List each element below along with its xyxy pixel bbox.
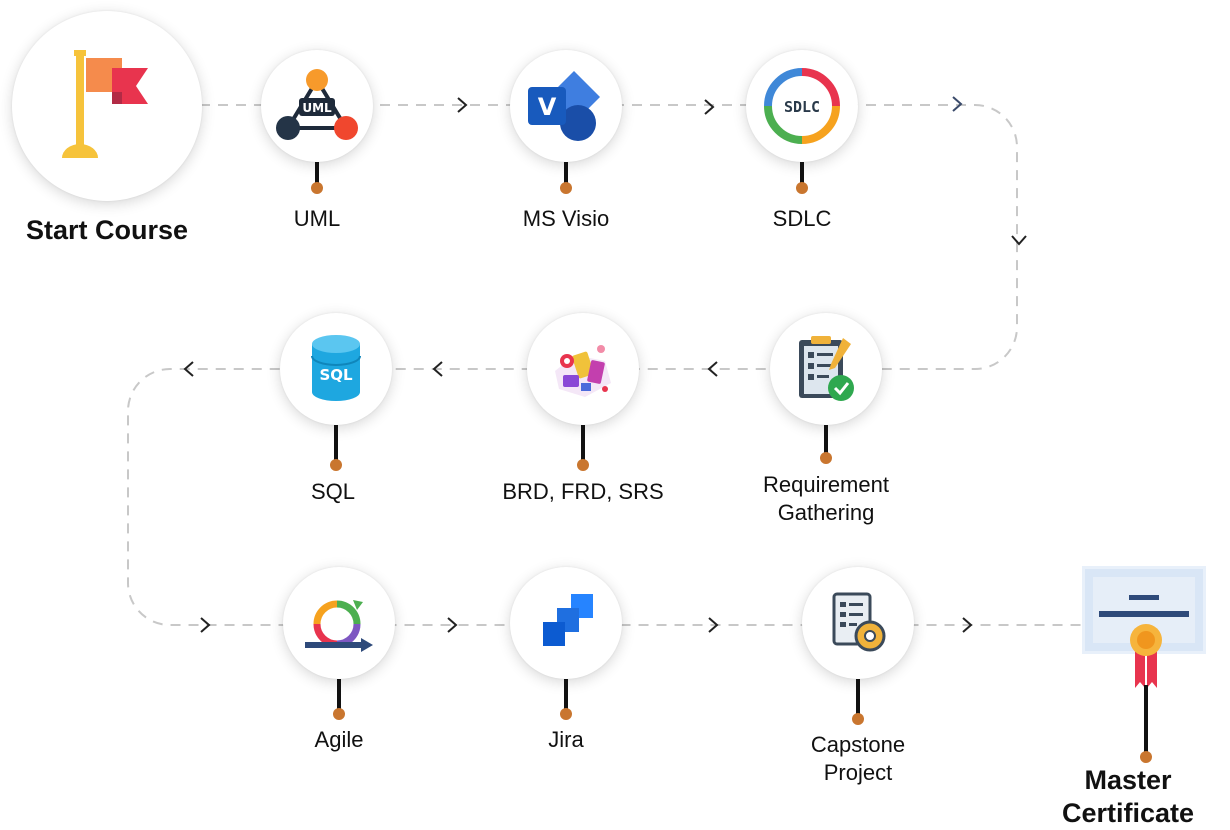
agile-node bbox=[283, 567, 395, 679]
ms-visio-dot bbox=[560, 182, 572, 194]
sql-label: SQL bbox=[310, 479, 356, 504]
chevron-right-icon bbox=[457, 97, 468, 113]
flag-icon bbox=[62, 50, 148, 158]
sql-icon-text: SQL bbox=[319, 366, 353, 384]
uml-icon: UML bbox=[276, 69, 358, 140]
chevron-left-icon bbox=[707, 361, 718, 377]
sdlc-icon-text: SDLC bbox=[784, 98, 820, 116]
documents-illustration-icon bbox=[555, 345, 611, 397]
start-course-label: Start Course bbox=[25, 215, 189, 245]
uml-dot bbox=[311, 182, 323, 194]
uml-node: UML bbox=[261, 50, 373, 162]
ms-visio-label: MS Visio bbox=[522, 206, 610, 231]
chevron-right-icon bbox=[200, 617, 211, 633]
jira-icon bbox=[543, 594, 593, 646]
ribbon-medal-icon bbox=[1130, 624, 1162, 688]
chevron-right-icon bbox=[952, 96, 963, 112]
capstone-project-label: Capstone Project bbox=[810, 732, 906, 785]
jira-node bbox=[510, 567, 622, 679]
ms-visio-node: V bbox=[510, 50, 622, 162]
agile-cycle-icon bbox=[305, 600, 373, 652]
visio-icon: V bbox=[528, 71, 600, 141]
master-certificate-dot bbox=[1140, 751, 1152, 763]
agile-label: Agile bbox=[314, 727, 364, 752]
sdlc-dot bbox=[796, 182, 808, 194]
capstone-project-node bbox=[802, 567, 914, 679]
chevron-down-icon bbox=[1011, 235, 1027, 246]
sdlc-label: SDLC bbox=[772, 206, 832, 231]
chevron-left-icon bbox=[183, 361, 194, 377]
brd-frd-srs-label: BRD, FRD, SRS bbox=[502, 479, 664, 504]
master-certificate-stem bbox=[1144, 685, 1148, 757]
brd-frd-srs-dot bbox=[577, 459, 589, 471]
sql-dot bbox=[330, 459, 342, 471]
chevron-right-icon bbox=[708, 617, 719, 633]
database-icon: SQL bbox=[311, 335, 361, 401]
chevron-right-icon bbox=[962, 617, 973, 633]
master-certificate-label: Master Certificate bbox=[1061, 765, 1195, 828]
jira-dot bbox=[560, 708, 572, 720]
clipboard-checklist-icon bbox=[799, 336, 854, 401]
jira-label: Jira bbox=[548, 727, 584, 752]
sdlc-icon: SDLC bbox=[764, 68, 840, 144]
requirement-gathering-node bbox=[770, 313, 882, 425]
chevron-right-icon bbox=[447, 617, 458, 633]
capstone-project-dot bbox=[852, 713, 864, 725]
requirement-gathering-dot bbox=[820, 452, 832, 464]
visio-icon-text: V bbox=[538, 93, 557, 121]
brd-frd-srs-node bbox=[527, 313, 639, 425]
uml-icon-text: UML bbox=[302, 101, 332, 115]
start-course-node bbox=[12, 11, 202, 201]
chevron-left-icon bbox=[432, 361, 443, 377]
uml-label: UML bbox=[293, 206, 341, 231]
document-gear-icon bbox=[832, 592, 886, 652]
requirement-gathering-label: Requirement Gathering bbox=[763, 472, 889, 525]
sql-node: SQL bbox=[280, 313, 392, 425]
chevron-right-icon bbox=[704, 99, 715, 115]
sdlc-node: SDLC bbox=[746, 50, 858, 162]
learning-path-diagram: Start Course UML UML V MS Visio SDLC SDL… bbox=[0, 0, 1230, 828]
agile-dot bbox=[333, 708, 345, 720]
